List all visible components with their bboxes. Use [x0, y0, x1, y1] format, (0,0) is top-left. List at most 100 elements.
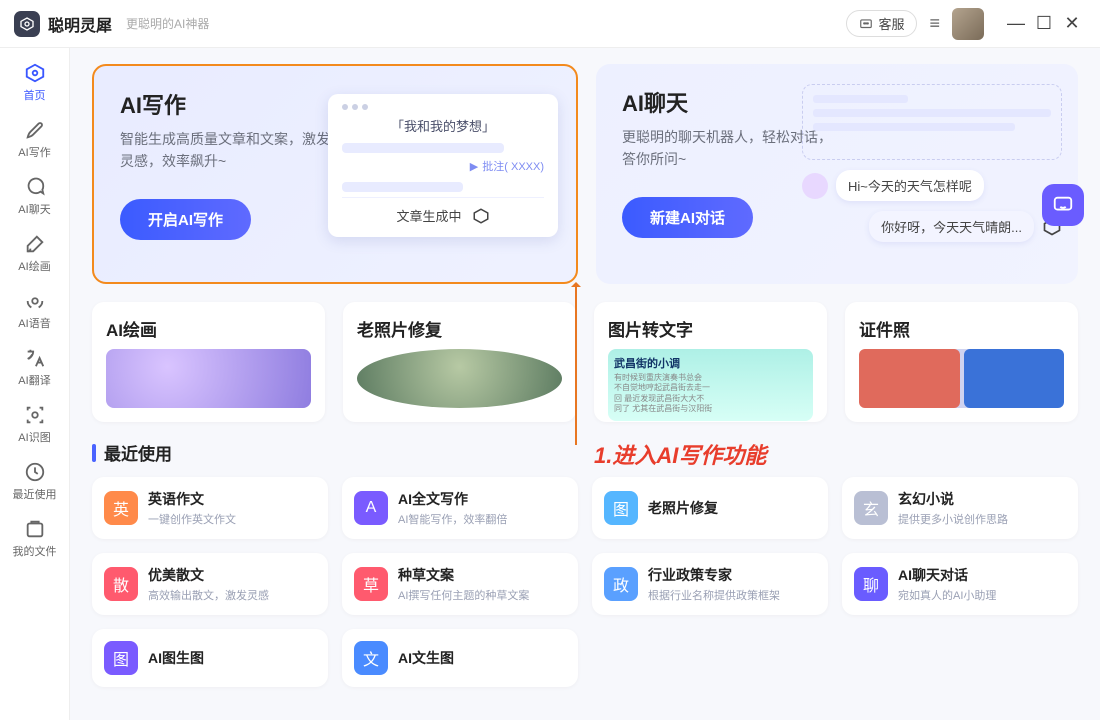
- sidebar-item-recent[interactable]: 最近使用: [6, 455, 64, 508]
- recent-item-title: AI聊天对话: [898, 565, 996, 585]
- customer-service-button[interactable]: 客服: [846, 10, 917, 37]
- recent-icon: [24, 461, 46, 483]
- recent-item-title: 行业政策专家: [648, 565, 780, 585]
- ocr-icon: [24, 404, 46, 426]
- app-name: 聪明灵犀: [48, 12, 112, 36]
- app-subtitle: 更聪明的AI神器: [126, 15, 209, 32]
- sidebar: 首页 AI写作 AI聊天 AI绘画 AI语音 AI翻译 AI识图最近使用我的文件: [0, 48, 70, 720]
- write-preview-panel: 「我和我的梦想」 ▶ 批注( XXXX) 文章生成中: [328, 94, 558, 237]
- annotation-text: 1.进入AI写作功能: [594, 438, 766, 470]
- recent-item[interactable]: A AI全文写作 AI智能写作，效率翻倍: [342, 477, 578, 539]
- new-ai-chat-button[interactable]: 新建AI对话: [622, 197, 753, 238]
- recent-item-icon: A: [354, 491, 388, 525]
- recent-item-title: 英语作文: [148, 489, 236, 509]
- recent-item[interactable]: 草种草文案AI撰写任何主题的种草文案: [342, 553, 578, 615]
- recent-grid: 英英语作文一键创作英文作文AAI全文写作AI智能写作，效率翻倍图老照片修复玄玄幻…: [92, 477, 1078, 687]
- recent-item[interactable]: 图老照片修复: [592, 477, 828, 539]
- recent-item[interactable]: 文 AI文生图: [342, 629, 578, 687]
- sidebar-item-label: AI识图: [18, 429, 50, 445]
- tool-title: AI绘画: [106, 316, 311, 341]
- sidebar-item-label: AI写作: [18, 144, 50, 160]
- window-maximize-button[interactable]: ☐: [1030, 13, 1058, 34]
- hero-chat-desc: 更聪明的聊天机器人，轻松对话，答你所问~: [622, 126, 832, 171]
- window-minimize-button[interactable]: —: [1002, 13, 1030, 34]
- tool-title: 老照片修复: [357, 316, 562, 341]
- sidebar-item-label: AI语音: [18, 315, 50, 331]
- tool-title: 证件照: [859, 316, 1064, 341]
- write-preview-note: ▶ 批注( XXXX): [342, 158, 544, 174]
- window-close-button[interactable]: ✕: [1058, 13, 1086, 34]
- recent-item-title: AI文生图: [398, 648, 454, 668]
- recent-item[interactable]: 政行业政策专家根据行业名称提供政策框架: [592, 553, 828, 615]
- tool-card-paint[interactable]: AI绘画: [92, 302, 325, 422]
- tool-card-ocr[interactable]: 图片转文字武昌街的小调有时候到重庆演奏书总会不自觉地哼起武昌街去走一回 最近发现…: [594, 302, 827, 422]
- hero-ai-write-card[interactable]: AI写作 智能生成高质量文章和文案，激发灵感，效率飙升~ 开启AI写作 AI 「…: [92, 64, 578, 284]
- recent-item-sub: AI撰写任何主题的种草文案: [398, 587, 529, 603]
- recent-item-title: AI图生图: [148, 648, 204, 668]
- recent-item-icon: 聊: [854, 567, 888, 601]
- translate-icon: [24, 347, 46, 369]
- chat-bubble-answer: 你好呀，今天天气晴朗...: [869, 211, 1034, 242]
- write-icon: [24, 119, 46, 141]
- sidebar-item-label: 我的文件: [13, 543, 57, 559]
- recent-item-icon: 文: [354, 641, 388, 675]
- recent-item-title: 玄幻小说: [898, 489, 1008, 509]
- recent-item[interactable]: 英英语作文一键创作英文作文: [92, 477, 328, 539]
- sidebar-item-label: 首页: [24, 87, 46, 103]
- recent-item-icon: 草: [354, 567, 388, 601]
- sidebar-item-paint[interactable]: AI绘画: [6, 227, 64, 280]
- user-avatar[interactable]: [952, 8, 984, 40]
- recent-item[interactable]: 图 AI图生图: [92, 629, 328, 687]
- sidebar-item-label: AI聊天: [18, 201, 50, 217]
- home-icon: [24, 62, 46, 84]
- sidebar-item-voice[interactable]: AI语音: [6, 284, 64, 337]
- sidebar-item-ocr[interactable]: AI识图: [6, 398, 64, 451]
- recent-item-icon: 玄: [854, 491, 888, 525]
- chat-icon: [24, 176, 46, 198]
- recent-item-title: 老照片修复: [648, 498, 718, 518]
- main-content: AI写作 智能生成高质量文章和文案，激发灵感，效率飙升~ 开启AI写作 AI 「…: [70, 48, 1100, 720]
- annotation-arrow: [575, 285, 577, 445]
- customer-service-label: 客服: [878, 14, 904, 33]
- sidebar-item-translate[interactable]: AI翻译: [6, 341, 64, 394]
- recent-item[interactable]: 散优美散文高效输出散文，激发灵感: [92, 553, 328, 615]
- chat-fab-icon[interactable]: [1042, 184, 1084, 226]
- write-preview-status: 文章生成中: [342, 197, 544, 225]
- recent-item-icon: 图: [104, 641, 138, 675]
- paint-icon: [24, 233, 46, 255]
- recent-item[interactable]: 聊 AI聊天对话宛如真人的AI小助理: [842, 553, 1078, 615]
- recent-item-title: AI全文写作: [398, 489, 507, 509]
- app-logo-icon: [14, 11, 40, 37]
- tool-card-idphoto[interactable]: 证件照: [845, 302, 1078, 422]
- recent-item-sub: 提供更多小说创作思路: [898, 511, 1008, 527]
- recent-item-title: 优美散文: [148, 565, 269, 585]
- sidebar-item-home[interactable]: 首页: [6, 56, 64, 109]
- sidebar-item-write[interactable]: AI写作: [6, 113, 64, 166]
- voice-icon: [24, 290, 46, 312]
- recent-item-icon: 英: [104, 491, 138, 525]
- recent-item-sub: AI智能写作，效率翻倍: [398, 511, 507, 527]
- recent-item-icon: 散: [104, 567, 138, 601]
- recent-item[interactable]: 玄玄幻小说提供更多小说创作思路: [842, 477, 1078, 539]
- sidebar-item-chat[interactable]: AI聊天: [6, 170, 64, 223]
- recent-item-icon: 政: [604, 567, 638, 601]
- chat-avatar-icon: [802, 173, 828, 199]
- chat-preview-panel: Hi~今天的天气怎样呢 你好呀，今天天气晴朗...: [802, 84, 1062, 242]
- sidebar-item-label: AI绘画: [18, 258, 50, 274]
- recent-item-sub: 一键创作英文作文: [148, 511, 236, 527]
- menu-icon[interactable]: ≡: [929, 13, 940, 34]
- sidebar-item-files[interactable]: 我的文件: [6, 512, 64, 565]
- recent-item-sub: 高效输出散文，激发灵感: [148, 587, 269, 603]
- sidebar-item-label: AI翻译: [18, 372, 50, 388]
- recent-item-sub: 根据行业名称提供政策框架: [648, 587, 780, 603]
- recent-item-sub: 宛如真人的AI小助理: [898, 587, 996, 603]
- recent-item-icon: 图: [604, 491, 638, 525]
- tool-card-photo[interactable]: 老照片修复: [343, 302, 576, 422]
- tool-title: 图片转文字: [608, 316, 813, 341]
- hero-ai-chat-card[interactable]: AI聊天 更聪明的聊天机器人，轻松对话，答你所问~ 新建AI对话 Hi~今天的天…: [596, 64, 1078, 284]
- hero-write-desc: 智能生成高质量文章和文案，激发灵感，效率飙升~: [120, 128, 330, 173]
- recent-section-header: 最近使用: [92, 440, 1078, 465]
- recent-heading: 最近使用: [104, 440, 172, 465]
- start-ai-write-button[interactable]: 开启AI写作: [120, 199, 251, 240]
- write-preview-quote: 「我和我的梦想」: [342, 116, 544, 135]
